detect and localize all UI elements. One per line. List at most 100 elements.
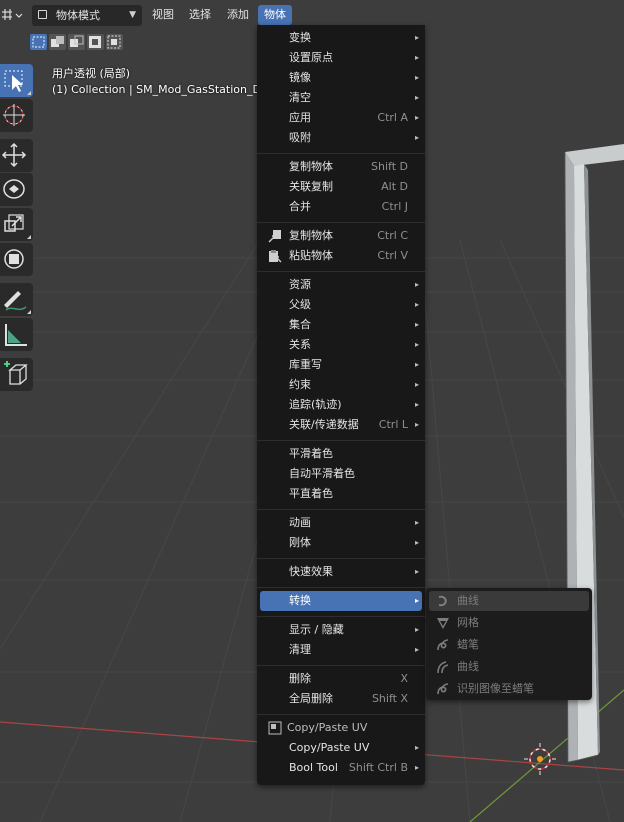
menu-item-animation[interactable]: 动画 ▸ xyxy=(260,513,422,533)
tool-select-box[interactable] xyxy=(0,64,33,97)
menu-item-label: 删除 xyxy=(289,672,311,685)
menu-item-label: Copy/Paste UV xyxy=(289,741,370,754)
menu-object[interactable]: 物体 xyxy=(258,5,292,25)
submenu-arrow-icon: ▸ xyxy=(414,538,419,547)
select-intersect-button[interactable] xyxy=(106,34,123,50)
menu-item-show-hide[interactable]: 显示 / 隐藏 ▸ xyxy=(260,620,422,640)
menu-item-label: 刚体 xyxy=(289,536,311,549)
menu-add[interactable]: 添加 xyxy=(221,5,255,25)
move-icon xyxy=(1,142,27,168)
menu-item-apply[interactable]: 应用 Ctrl A ▸ xyxy=(260,108,422,128)
menu-item-copy-paste-uv-header: Copy/Paste UV xyxy=(260,718,422,738)
menu-item-label: 关系 xyxy=(289,338,311,351)
menu-item-label: 合并 xyxy=(289,200,311,213)
menu-separator xyxy=(257,222,425,223)
menu-item-shade-smooth[interactable]: 平滑着色 xyxy=(260,444,422,464)
tool-variants-indicator xyxy=(27,310,31,314)
tool-move[interactable] xyxy=(0,139,33,172)
menu-item-duplicate-objects[interactable]: 复制物体 Shift D xyxy=(260,157,422,177)
submenu-arrow-icon: ▸ xyxy=(414,420,419,429)
measure-icon xyxy=(5,324,27,346)
convert-submenu: 曲线 网格 蜡笔 曲线 识别图像至蜡笔 xyxy=(426,588,592,700)
tool-cursor[interactable] xyxy=(0,99,33,132)
menu-item-shade-flat[interactable]: 平直着色 xyxy=(260,484,422,504)
menu-item-label: 吸附 xyxy=(289,131,311,144)
menu-item-clean-up[interactable]: 清理 ▸ xyxy=(260,640,422,660)
select-subtract-button[interactable] xyxy=(68,34,85,50)
menu-item-label: 动画 xyxy=(289,516,311,529)
menu-item-delete-globally[interactable]: 全局删除 Shift X xyxy=(260,689,422,709)
menu-item-label: 快速效果 xyxy=(289,565,333,578)
menu-item-label: 集合 xyxy=(289,318,311,331)
menu-item-join[interactable]: 合并 Ctrl J xyxy=(260,197,422,217)
menu-item-mirror[interactable]: 镜像 ▸ xyxy=(260,68,422,88)
menu-item-label: 追踪(轨迹) xyxy=(289,398,342,411)
editor-type-button[interactable] xyxy=(0,5,26,26)
menu-item-clear[interactable]: 清空 ▸ xyxy=(260,88,422,108)
menu-separator xyxy=(257,714,425,715)
submenu-arrow-icon: ▸ xyxy=(414,645,419,654)
menu-item-paste-objects[interactable]: 粘贴物体 Ctrl V xyxy=(260,246,422,266)
select-difference-button[interactable] xyxy=(87,34,104,50)
menu-item-asset[interactable]: 资源 ▸ xyxy=(260,275,422,295)
select-extend-icon xyxy=(51,36,64,47)
menu-item-shortcut: Ctrl J xyxy=(381,200,408,213)
menu-item-rigid-body[interactable]: 刚体 ▸ xyxy=(260,533,422,553)
menu-separator xyxy=(257,558,425,559)
submenu-arrow-icon: ▸ xyxy=(414,93,419,102)
convert-to-grease-pencil[interactable]: 蜡笔 xyxy=(429,635,589,655)
menu-item-label: 关联复制 xyxy=(289,180,333,193)
mesh-icon xyxy=(437,618,449,629)
menu-select[interactable]: 选择 xyxy=(183,5,217,25)
interaction-mode-select[interactable]: 物体模式 ▼ xyxy=(32,5,142,26)
menu-view[interactable]: 视图 xyxy=(146,5,180,25)
chevron-down-icon: ▼ xyxy=(129,10,136,20)
menu-separator xyxy=(257,271,425,272)
menu-item-transform[interactable]: 变换 ▸ xyxy=(260,28,422,48)
menu-item-relations[interactable]: 关系 ▸ xyxy=(260,335,422,355)
y-axis-line xyxy=(469,689,624,822)
menu-item-label: 清空 xyxy=(289,91,311,104)
menu-item-shortcut: Alt D xyxy=(381,180,408,193)
menu-item-snap[interactable]: 吸附 ▸ xyxy=(260,128,422,148)
menu-item-label: Copy/Paste UV xyxy=(287,721,368,734)
submenu-arrow-icon: ▸ xyxy=(414,33,419,42)
menu-separator xyxy=(257,587,425,588)
tool-rotate[interactable] xyxy=(0,173,33,206)
menu-item-duplicate-linked[interactable]: 关联复制 Alt D xyxy=(260,177,422,197)
object-mode-icon xyxy=(38,10,47,19)
tool-transform[interactable] xyxy=(0,243,33,276)
tool-scale[interactable] xyxy=(0,208,33,241)
menu-item-shade-auto-smooth[interactable]: 自动平滑着色 xyxy=(260,464,422,484)
menu-item-delete[interactable]: 删除 X xyxy=(260,669,422,689)
menu-item-library-override[interactable]: 库重写 ▸ xyxy=(260,355,422,375)
trace-image-to-grease-pencil[interactable]: 识别图像至蜡笔 xyxy=(429,679,589,699)
add-cube-icon xyxy=(4,361,28,385)
convert-to-curves[interactable]: 曲线 xyxy=(429,657,589,677)
submenu-arrow-icon: ▸ xyxy=(414,380,419,389)
menu-item-set-origin[interactable]: 设置原点 ▸ xyxy=(260,48,422,68)
convert-to-curve[interactable]: 曲线 xyxy=(429,591,589,611)
menu-item-convert[interactable]: 转换 ▸ xyxy=(260,591,422,611)
paste-icon xyxy=(269,250,282,263)
menu-item-copy-objects[interactable]: 复制物体 Ctrl C xyxy=(260,226,422,246)
menu-item-constraint[interactable]: 约束 ▸ xyxy=(260,375,422,395)
submenu-item-label: 网格 xyxy=(457,616,479,629)
menu-item-track[interactable]: 追踪(轨迹) ▸ xyxy=(260,395,422,415)
menu-item-link-transfer-data[interactable]: 关联/传递数据 Ctrl L ▸ xyxy=(260,415,422,435)
select-extend-button[interactable] xyxy=(49,34,66,50)
menu-item-bool-tool[interactable]: Bool Tool Shift Ctrl B ▸ xyxy=(260,758,422,778)
select-new-button[interactable] xyxy=(30,34,47,50)
menu-item-copy-paste-uv[interactable]: Copy/Paste UV ▸ xyxy=(260,738,422,758)
menu-item-collection[interactable]: 集合 ▸ xyxy=(260,315,422,335)
menu-item-quick-effects[interactable]: 快速效果 ▸ xyxy=(260,562,422,582)
tool-add-cube[interactable] xyxy=(0,358,33,391)
menu-item-parent[interactable]: 父级 ▸ xyxy=(260,295,422,315)
tool-measure[interactable] xyxy=(0,318,33,351)
menu-item-shortcut: Ctrl L xyxy=(378,418,408,431)
menu-item-label: 清理 xyxy=(289,643,311,656)
menu-separator xyxy=(257,440,425,441)
tool-annotate[interactable] xyxy=(0,283,33,316)
menu-item-label: 父级 xyxy=(289,298,311,311)
convert-to-mesh[interactable]: 网格 xyxy=(429,613,589,633)
